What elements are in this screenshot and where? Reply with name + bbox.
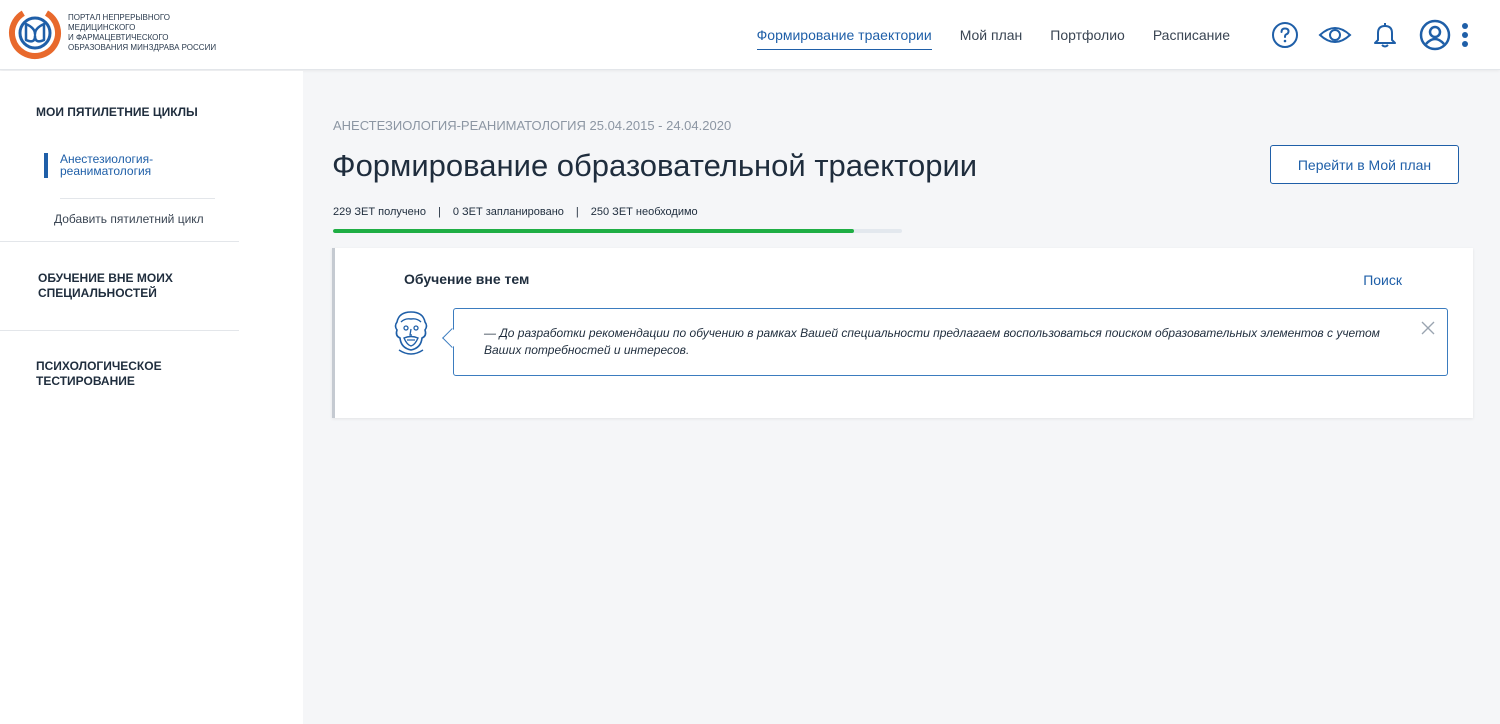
- nav-trajectory[interactable]: Формирование траектории: [756, 21, 932, 50]
- portal-logo[interactable]: ПОРТАЛ НЕПРЕРЫВНОГО МЕДИЦИНСКОГО И ФАРМА…: [8, 6, 248, 60]
- eye-icon[interactable]: [1318, 18, 1352, 52]
- add-cycle-link[interactable]: Добавить пятилетний цикл: [54, 212, 204, 226]
- sidebar: МОИ ПЯТИЛЕТНИЕ ЦИКЛЫ Анестезиология-реан…: [0, 71, 303, 724]
- separator: |: [575, 206, 579, 218]
- separator: |: [437, 206, 441, 218]
- sidebar-item-label: Анестезиология-реаниматология: [60, 152, 154, 178]
- active-indicator: [44, 153, 48, 178]
- assistant-message-bubble: — До разработки рекомендации по обучению…: [442, 308, 1448, 376]
- progress-fill: [333, 229, 855, 233]
- top-header: ПОРТАЛ НЕПРЕРЫВНОГО МЕДИЦИНСКОГО И ФАРМА…: [0, 0, 1500, 70]
- sidebar-outside-specialties[interactable]: ОБУЧЕНИЕ ВНЕ МОИХ СПЕЦИАЛЬНОСТЕЙ: [38, 271, 238, 301]
- credits-required: 250 ЗЕТ необходимо: [590, 206, 698, 218]
- nav-portfolio[interactable]: Портфолио: [1050, 21, 1125, 49]
- breadcrumb: АНЕСТЕЗИОЛОГИЯ-РЕАНИМАТОЛОГИЯ 25.04.2015…: [333, 118, 732, 133]
- close-icon[interactable]: [1421, 321, 1435, 335]
- portal-logo-text: ПОРТАЛ НЕПРЕРЫВНОГО МЕДИЦИНСКОГО И ФАРМА…: [68, 13, 248, 53]
- nav-schedule[interactable]: Расписание: [1153, 21, 1230, 49]
- credits-progress-bar: [333, 229, 902, 233]
- bubble-tail: [442, 328, 462, 348]
- card-title: Обучение вне тем: [404, 271, 530, 287]
- logo-line: ОБРАЗОВАНИЯ МИНЗДРАВА РОССИИ: [68, 43, 217, 52]
- divider: [0, 241, 239, 242]
- help-icon[interactable]: [1268, 18, 1302, 52]
- bell-icon[interactable]: [1368, 18, 1402, 52]
- outside-topics-card: Обучение вне тем Поиск — До разработки р…: [332, 248, 1473, 418]
- credits-received: 229 ЗЕТ получено: [333, 206, 426, 218]
- page-title: Формирование образовательной траектории: [332, 148, 978, 183]
- logo-line: ПОРТАЛ НЕПРЕРЫВНОГО: [68, 13, 170, 22]
- assistant-avatar-icon: [394, 311, 428, 355]
- credits-planned: 0 ЗЕТ запланировано: [452, 206, 564, 218]
- main-nav: Формирование траектории Мой план Портфол…: [729, 0, 1500, 70]
- logo-line: И ФАРМАЦЕВТИЧЕСКОГО: [68, 33, 169, 42]
- divider: [0, 330, 239, 331]
- credits-stats: 229 ЗЕТ получено | 0 ЗЕТ запланировано |…: [333, 206, 698, 218]
- sidebar-item-anesthesiology[interactable]: Анестезиология-реаниматология: [44, 153, 210, 178]
- logo-line: МЕДИЦИНСКОГО: [68, 23, 136, 32]
- divider: [60, 198, 215, 199]
- assistant-message-text: — До разработки рекомендации по обучению…: [484, 326, 1380, 357]
- sidebar-psych-testing[interactable]: ПСИХОЛОГИЧЕСКОЕ ТЕСТИРОВАНИЕ: [36, 359, 236, 389]
- search-link[interactable]: Поиск: [1363, 272, 1402, 288]
- nav-my-plan[interactable]: Мой план: [960, 21, 1023, 49]
- user-icon[interactable]: [1418, 18, 1452, 52]
- more-vertical-icon[interactable]: [1458, 18, 1472, 52]
- portal-logo-icon: [9, 7, 61, 59]
- header-icons: [1252, 18, 1472, 52]
- sidebar-cycles-title: МОИ ПЯТИЛЕТНИЕ ЦИКЛЫ: [36, 105, 198, 119]
- go-to-my-plan-button[interactable]: Перейти в Мой план: [1270, 145, 1459, 184]
